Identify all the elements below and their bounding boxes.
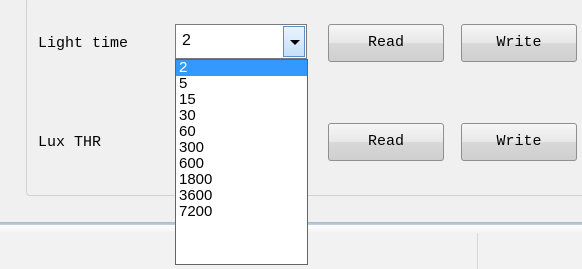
light-time-selected-value: 2: [182, 32, 191, 49]
dropdown-option[interactable]: 600: [176, 156, 307, 172]
light-time-dropdown-list[interactable]: 2 5 15 30 60 300 600 1800 3600 7200: [175, 59, 308, 265]
lux-thr-label: Lux THR: [38, 134, 102, 151]
light-time-write-button[interactable]: Write: [461, 24, 577, 62]
lux-thr-write-button[interactable]: Write: [461, 123, 577, 161]
dropdown-option[interactable]: 60: [176, 124, 307, 140]
dropdown-option[interactable]: 2: [176, 60, 307, 76]
lower-panel-separator: [477, 233, 478, 269]
light-time-read-button[interactable]: Read: [328, 24, 444, 62]
light-time-label: Light time: [38, 35, 129, 52]
light-time-dropdown-button[interactable]: [283, 26, 305, 57]
dropdown-option[interactable]: 7200: [176, 204, 307, 220]
dropdown-option[interactable]: 30: [176, 108, 307, 124]
light-time-combobox[interactable]: 2: [175, 24, 307, 59]
dropdown-option[interactable]: 300: [176, 140, 307, 156]
lux-thr-read-button[interactable]: Read: [328, 123, 444, 161]
dropdown-option[interactable]: 3600: [176, 188, 307, 204]
dropdown-option[interactable]: 5: [176, 76, 307, 92]
dropdown-option[interactable]: 1800: [176, 172, 307, 188]
dropdown-option[interactable]: 15: [176, 92, 307, 108]
chevron-down-icon: [290, 40, 300, 45]
